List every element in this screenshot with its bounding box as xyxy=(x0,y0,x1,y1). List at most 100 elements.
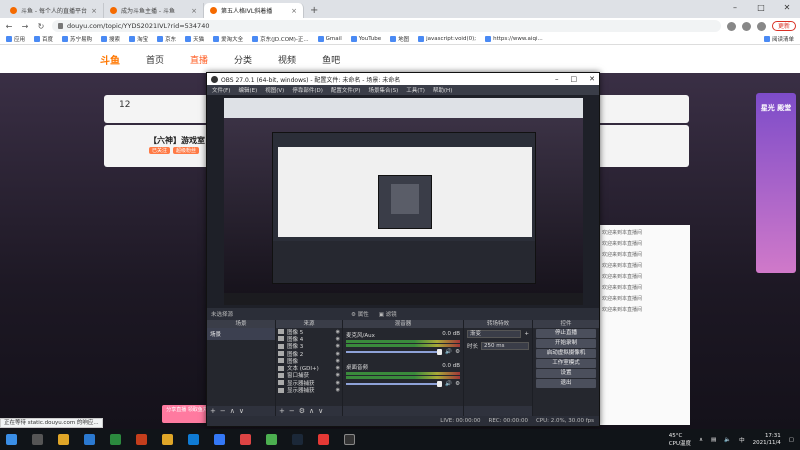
speaker-icon[interactable]: 🔊 xyxy=(445,381,452,387)
side-ad-banner[interactable]: 星光 殿堂 xyxy=(756,93,796,273)
room-title[interactable]: 【六神】游戏室 xyxy=(149,135,205,146)
update-button[interactable]: 更新 xyxy=(771,21,796,31)
bookmark-item[interactable]: 苏宁易购 xyxy=(62,35,92,43)
transition-select[interactable]: 渐变 xyxy=(467,330,522,338)
volume-slider[interactable]: 🔊 ⚙ xyxy=(346,381,460,387)
eye-icon[interactable]: ◉ xyxy=(336,343,340,349)
filters-button[interactable]: ▣ 滤镜 xyxy=(379,310,397,318)
close-icon[interactable]: × xyxy=(91,7,97,15)
share-live-button[interactable]: 分享直播 领取鱼丸 xyxy=(162,405,212,423)
douyu-logo[interactable]: 斗鱼 xyxy=(100,52,120,67)
eye-icon[interactable]: ◉ xyxy=(336,351,340,357)
menu-edit[interactable]: 编辑(E) xyxy=(238,86,257,94)
minimize-icon[interactable]: – xyxy=(555,75,559,83)
move-up-icon[interactable]: ∧ xyxy=(309,407,314,415)
bookmark-item[interactable]: 搜索 xyxy=(101,35,120,43)
maximize-icon[interactable]: □ xyxy=(748,0,774,18)
gear-icon[interactable]: ⚙ xyxy=(299,407,305,415)
nav-live[interactable]: 直播 xyxy=(190,53,208,66)
bookmark-item[interactable]: https://www.aiqi... xyxy=(485,36,543,42)
browser-tab-0[interactable]: 斗鱼 - 每个人的直播平台 × xyxy=(4,3,104,18)
menu-scene-collection[interactable]: 场景集合(S) xyxy=(368,86,398,94)
new-tab-button[interactable]: + xyxy=(304,3,324,18)
nav-video[interactable]: 视频 xyxy=(278,53,296,66)
profile-avatar[interactable] xyxy=(756,21,766,31)
bookmark-item[interactable]: 京东 xyxy=(157,35,176,43)
eye-icon[interactable]: ◉ xyxy=(336,329,340,335)
nav-category[interactable]: 分类 xyxy=(234,53,252,66)
close-icon[interactable]: × xyxy=(291,7,297,15)
eye-icon[interactable]: ◉ xyxy=(336,372,340,378)
settings-button[interactable]: 设置 xyxy=(536,369,596,378)
menu-help[interactable]: 帮助(H) xyxy=(433,86,452,94)
volume-icon[interactable]: 🔈 xyxy=(724,437,731,443)
network-icon[interactable]: ▤ xyxy=(711,437,716,443)
menu-profile[interactable]: 配置文件(P) xyxy=(331,86,361,94)
bookmark-item[interactable]: 地图 xyxy=(390,35,409,43)
scene-item[interactable]: 场景 xyxy=(207,328,275,340)
app-icon[interactable] xyxy=(240,434,251,445)
eye-icon[interactable]: ◉ xyxy=(336,380,340,386)
browser-tab-1[interactable]: 成为斗鱼主播 - 斗鱼 × xyxy=(104,3,204,18)
remove-icon[interactable]: − xyxy=(289,407,295,415)
close-window-icon[interactable]: ✕ xyxy=(774,0,800,18)
bookmark-item[interactable]: 京东(JD.COM)-正... xyxy=(252,35,309,43)
nav-yuba[interactable]: 鱼吧 xyxy=(322,53,340,66)
app-icon[interactable] xyxy=(58,434,69,445)
app-icon[interactable] xyxy=(110,434,121,445)
volume-slider-knob[interactable] xyxy=(437,349,443,355)
edge-icon[interactable] xyxy=(188,434,199,445)
menu-tools[interactable]: 工具(T) xyxy=(406,86,425,94)
virtual-camera-button[interactable]: 启动虚拟摄像机 xyxy=(536,349,596,358)
eye-icon[interactable]: ◉ xyxy=(336,358,340,364)
properties-button[interactable]: ⚙ 属性 xyxy=(351,310,369,318)
source-item[interactable]: 图像 4 ◉ xyxy=(276,335,342,343)
bookmark-item[interactable]: YouTube xyxy=(350,36,381,42)
gear-icon[interactable]: ⚙ xyxy=(455,381,460,387)
duration-input[interactable]: 250 ms xyxy=(481,342,529,350)
browser-tab-2[interactable]: 第五人格IVL斜着播 × xyxy=(204,3,304,18)
clock[interactable]: 17:31 2021/11/4 xyxy=(753,433,781,447)
app-icon[interactable] xyxy=(84,434,95,445)
app-icon[interactable] xyxy=(214,434,225,445)
notification-icon[interactable]: ▢ xyxy=(789,437,794,443)
source-item[interactable]: 图像 5 ◉ xyxy=(276,328,342,336)
bookmark-item[interactable]: javascript:void(0); xyxy=(418,36,476,42)
volume-slider[interactable]: 🔊 ⚙ xyxy=(346,349,460,355)
bookmark-item[interactable]: 天猫 xyxy=(185,35,204,43)
reload-icon[interactable]: ↻ xyxy=(36,22,46,31)
chevron-up-icon[interactable]: ∧ xyxy=(699,437,703,443)
chrome-icon[interactable] xyxy=(266,434,277,445)
eye-icon[interactable]: ◉ xyxy=(336,387,340,393)
app-icon[interactable] xyxy=(318,434,329,445)
start-recording-button[interactable]: 开始录制 xyxy=(536,339,596,348)
bookmark-item[interactable]: 百度 xyxy=(34,35,53,43)
speaker-icon[interactable]: 🔊 xyxy=(445,349,452,355)
forward-icon[interactable]: → xyxy=(20,22,30,31)
stop-streaming-button[interactable]: 停止直播 xyxy=(536,329,596,338)
add-icon[interactable]: + xyxy=(524,331,529,337)
obs-titlebar[interactable]: OBS 27.0.1 (64-bit, windows) - 配置文件: 未命名… xyxy=(207,73,599,85)
eye-icon[interactable]: ◉ xyxy=(336,336,340,342)
menu-view[interactable]: 视图(V) xyxy=(265,86,284,94)
menu-file[interactable]: 文件(F) xyxy=(212,86,230,94)
add-icon[interactable]: + xyxy=(279,407,285,415)
address-input[interactable]: douyu.com/topic/YYDS2021IVL?rid=534740 xyxy=(52,20,721,32)
bookmark-item[interactable]: 爱淘大全 xyxy=(213,35,243,43)
bookmark-item[interactable]: Gmail xyxy=(317,36,342,42)
move-down-icon[interactable]: ∨ xyxy=(239,407,244,415)
volume-slider-knob[interactable] xyxy=(437,381,443,387)
obs-taskbar-icon[interactable] xyxy=(344,434,355,445)
extension-icon[interactable] xyxy=(726,21,736,31)
file-explorer-icon[interactable] xyxy=(162,434,173,445)
search-icon[interactable] xyxy=(32,434,43,445)
add-icon[interactable]: + xyxy=(210,407,216,415)
remove-icon[interactable]: − xyxy=(220,407,226,415)
back-icon[interactable]: ← xyxy=(4,22,14,31)
minimize-icon[interactable]: – xyxy=(722,0,748,18)
close-icon[interactable]: × xyxy=(191,7,197,15)
steam-icon[interactable] xyxy=(292,434,303,445)
bookmark-item[interactable]: 应用 xyxy=(6,35,25,43)
close-window-icon[interactable]: ✕ xyxy=(589,75,595,83)
move-down-icon[interactable]: ∨ xyxy=(318,407,323,415)
